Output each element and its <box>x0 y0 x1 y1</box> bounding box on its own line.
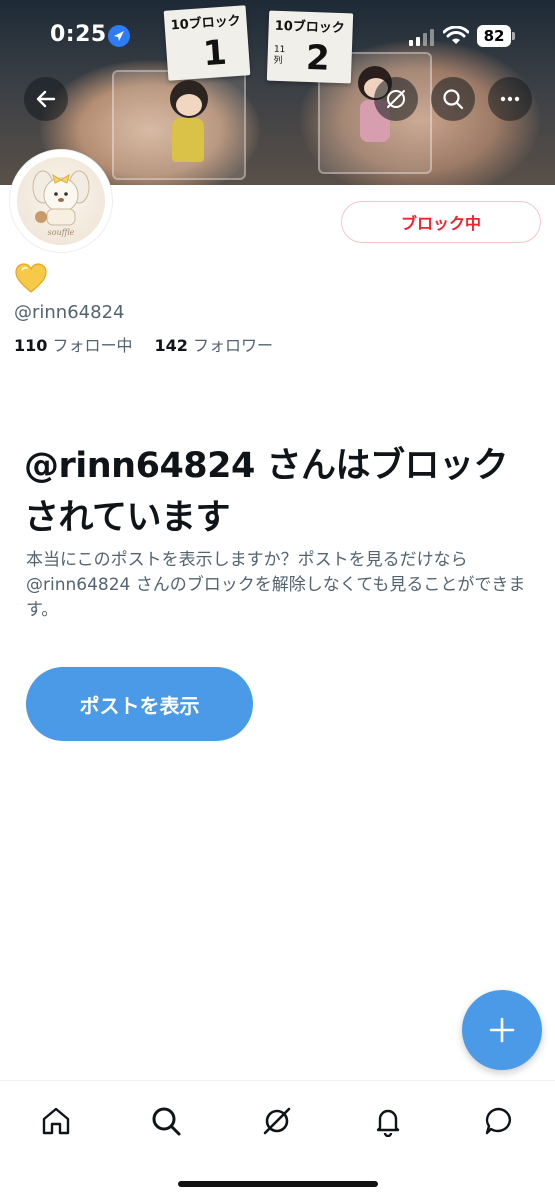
arrow-left-icon <box>36 90 56 108</box>
slash-circle-icon <box>387 90 405 108</box>
following-link[interactable]: 110 フォロー中 <box>14 336 133 355</box>
tab-home[interactable] <box>34 1099 78 1143</box>
more-options-button[interactable] <box>488 77 532 121</box>
blocking-button[interactable]: ブロック中 <box>341 201 541 243</box>
followers-label: フォロワー <box>193 336 274 355</box>
blocked-notice-title: @rinn64824 さんはブロックされています <box>24 446 509 538</box>
profile-handle: @rinn64824 <box>14 302 125 323</box>
followers-count: 142 <box>154 336 188 355</box>
home-indicator <box>178 1181 378 1187</box>
following-label: フォロー中 <box>52 336 133 355</box>
blocked-notice-description: 本当にこのポストを表示しますか？ポストを見るだけなら @rinn64824 さん… <box>26 550 526 620</box>
view-posts-button[interactable]: ポストを表示 <box>26 667 253 741</box>
followers-link[interactable]: 142 フォロワー <box>155 336 274 355</box>
follow-stats: 110 フォロー中 142 フォロワー <box>14 332 273 356</box>
compose-post-button[interactable] <box>462 990 542 1070</box>
home-icon <box>42 1107 70 1135</box>
battery-level: 82 <box>477 25 511 47</box>
status-time: 0:25 <box>50 22 107 47</box>
following-count: 110 <box>14 336 48 355</box>
svg-text:souffle: souffle <box>48 228 75 237</box>
search-icon <box>152 1107 181 1136</box>
search-icon <box>443 89 464 110</box>
battery-icon <box>512 32 515 40</box>
tab-notifications[interactable] <box>366 1099 410 1143</box>
tab-messages[interactable] <box>477 1099 521 1143</box>
plus-icon <box>489 1017 515 1043</box>
location-arrow-icon <box>108 25 130 47</box>
messages-icon <box>485 1107 511 1135</box>
cellular-signal-icon <box>409 29 434 46</box>
notifications-icon <box>376 1109 400 1137</box>
banner-figure-yellow <box>166 80 210 166</box>
tab-search[interactable] <box>144 1099 188 1143</box>
search-button[interactable] <box>431 77 475 121</box>
more-dots-icon <box>500 96 520 102</box>
status-bar: 0:25 82 <box>0 0 555 70</box>
avatar-illustration: souffle <box>32 170 90 237</box>
tab-grok[interactable] <box>255 1099 299 1143</box>
profile-avatar[interactable]: souffle <box>10 150 112 252</box>
grok-button[interactable] <box>374 77 418 121</box>
yellow-heart-icon <box>15 263 47 293</box>
grok-icon <box>263 1107 291 1135</box>
wifi-icon <box>443 26 469 44</box>
back-button[interactable] <box>24 77 68 121</box>
